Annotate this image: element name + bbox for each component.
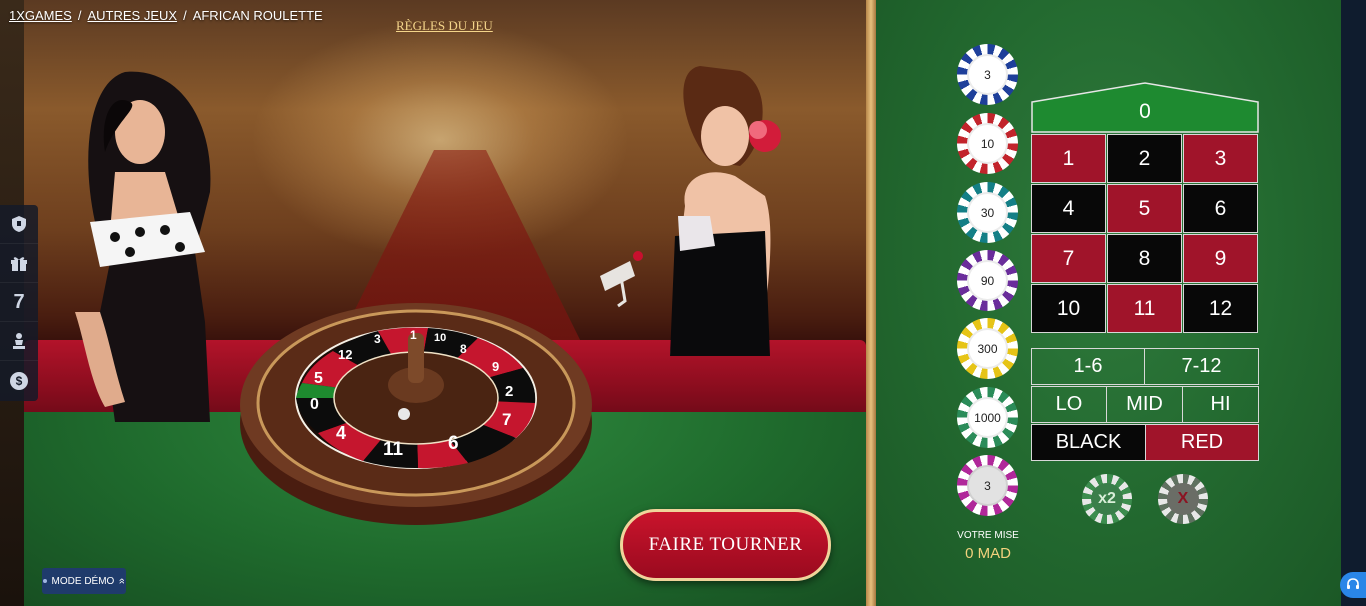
bet-cell-7[interactable]: 7 [1031, 234, 1106, 283]
roulette-app: 5 12 3 1 0 4 11 6 7 2 9 8 10 FAIRE TOURN… [0, 0, 1366, 606]
wheel-number-0: 0 [310, 396, 319, 413]
chevron-up-icon: » [116, 577, 129, 585]
chip-value: 30 [967, 192, 1008, 233]
panel-divider [866, 0, 876, 606]
wheel-number-8: 8 [460, 342, 467, 356]
wheel-number-12: 12 [338, 347, 352, 362]
bet-label: VOTRE MISE [957, 530, 1019, 541]
wheel-number-1: 1 [410, 328, 417, 342]
side-dock: 7 $ [0, 205, 38, 401]
bet-1-6[interactable]: 1-6 [1031, 348, 1145, 385]
bet-cell-8[interactable]: 8 [1107, 234, 1182, 283]
game-rules-link[interactable]: RÈGLES DU JEU [396, 18, 493, 34]
bet-amount: 0 MAD [965, 545, 1011, 562]
right-edge [1341, 0, 1366, 606]
bet-hi[interactable]: HI [1182, 386, 1259, 423]
wheel-number-7: 7 [502, 410, 511, 429]
bet-cell-5[interactable]: 5 [1107, 184, 1182, 233]
chip-300[interactable]: 300 [957, 318, 1018, 379]
chip-10[interactable]: 10 [957, 113, 1018, 174]
close-icon: X [1167, 483, 1199, 515]
chip-value: 10 [967, 123, 1008, 164]
double-label: x2 [1091, 483, 1123, 515]
chip-value: 3 [967, 54, 1008, 95]
chip-custom[interactable]: 3 [957, 455, 1018, 516]
bet-cell-9[interactable]: 9 [1183, 234, 1258, 283]
seven-icon[interactable]: 7 [0, 283, 38, 322]
breadcrumb-link-other-games[interactable]: AUTRES JEUX [87, 8, 177, 23]
breadcrumb-separator: / [183, 8, 187, 23]
chip-value: 1000 [967, 397, 1008, 438]
wheel-number-5: 5 [314, 370, 323, 387]
gift-icon[interactable] [0, 244, 38, 283]
bet-cell-10[interactable]: 10 [1031, 284, 1106, 333]
bet-mid[interactable]: MID [1106, 386, 1183, 423]
breadcrumb-link-1xgames[interactable]: 1XGAMES [9, 8, 72, 23]
breadcrumb-separator: / [77, 8, 82, 23]
bet-black[interactable]: BLACK [1031, 424, 1146, 461]
dollar-icon[interactable]: $ [0, 361, 38, 400]
croupier-right-illustration [600, 66, 781, 356]
spin-button[interactable]: FAIRE TOURNER [620, 509, 831, 581]
bet-cell-3[interactable]: 3 [1183, 134, 1258, 183]
bet-cell-2[interactable]: 2 [1107, 134, 1182, 183]
chip-1000[interactable]: 1000 [957, 387, 1018, 448]
demo-mode-label: MODE DÉMO [51, 575, 115, 587]
chess-piece-icon[interactable] [0, 322, 38, 361]
bet-cell-1[interactable]: 1 [1031, 134, 1106, 183]
wheel-number-11: 11 [383, 439, 404, 460]
clear-bet-button[interactable]: X [1158, 474, 1208, 524]
chip-30[interactable]: 30 [957, 182, 1018, 243]
wheel-number-4: 4 [336, 423, 346, 443]
roulette-wheel: 5 12 3 1 0 4 11 6 7 2 9 8 10 [240, 303, 592, 525]
chip-value: 300 [967, 328, 1008, 369]
bet-cell-12[interactable]: 12 [1183, 284, 1258, 333]
zero-label: 0 [1139, 100, 1151, 123]
dollar-icon-glyph: $ [10, 371, 28, 390]
croupier-left-illustration [75, 71, 211, 422]
chip-90[interactable]: 90 [957, 250, 1018, 311]
bet-red[interactable]: RED [1145, 424, 1259, 461]
bet-cell-11[interactable]: 11 [1107, 284, 1182, 333]
bet-cell-0[interactable]: 0 [1031, 82, 1259, 133]
demo-mode-toggle[interactable]: MODE DÉMO » [42, 568, 129, 594]
shield-icon[interactable] [0, 205, 38, 244]
chip-3[interactable]: 3 [957, 44, 1018, 105]
bet-7-12[interactable]: 7-12 [1144, 348, 1259, 385]
wheel-number-6: 6 [448, 433, 459, 454]
breadcrumb-current: AFRICAN ROULETTE [192, 8, 323, 23]
support-headset-icon[interactable] [1340, 572, 1366, 598]
bet-cell-4[interactable]: 4 [1031, 184, 1106, 233]
wheel-number-9: 9 [492, 359, 499, 374]
wheel-number-3: 3 [374, 332, 381, 346]
bet-lo[interactable]: LO [1031, 386, 1107, 423]
casino-scene: 5 12 3 1 0 4 11 6 7 2 9 8 10 FAIRE TOURN… [0, 0, 866, 606]
chip-value: 3 [967, 465, 1008, 506]
double-bet-button[interactable]: x2 [1082, 474, 1132, 524]
bet-cell-6[interactable]: 6 [1183, 184, 1258, 233]
status-dot-icon [42, 579, 47, 583]
wheel-number-10: 10 [434, 332, 446, 344]
breadcrumb: 1XGAMES / AUTRES JEUX / AFRICAN ROULETTE [9, 8, 323, 23]
chip-value: 90 [967, 260, 1008, 301]
wheel-number-2: 2 [505, 383, 513, 400]
